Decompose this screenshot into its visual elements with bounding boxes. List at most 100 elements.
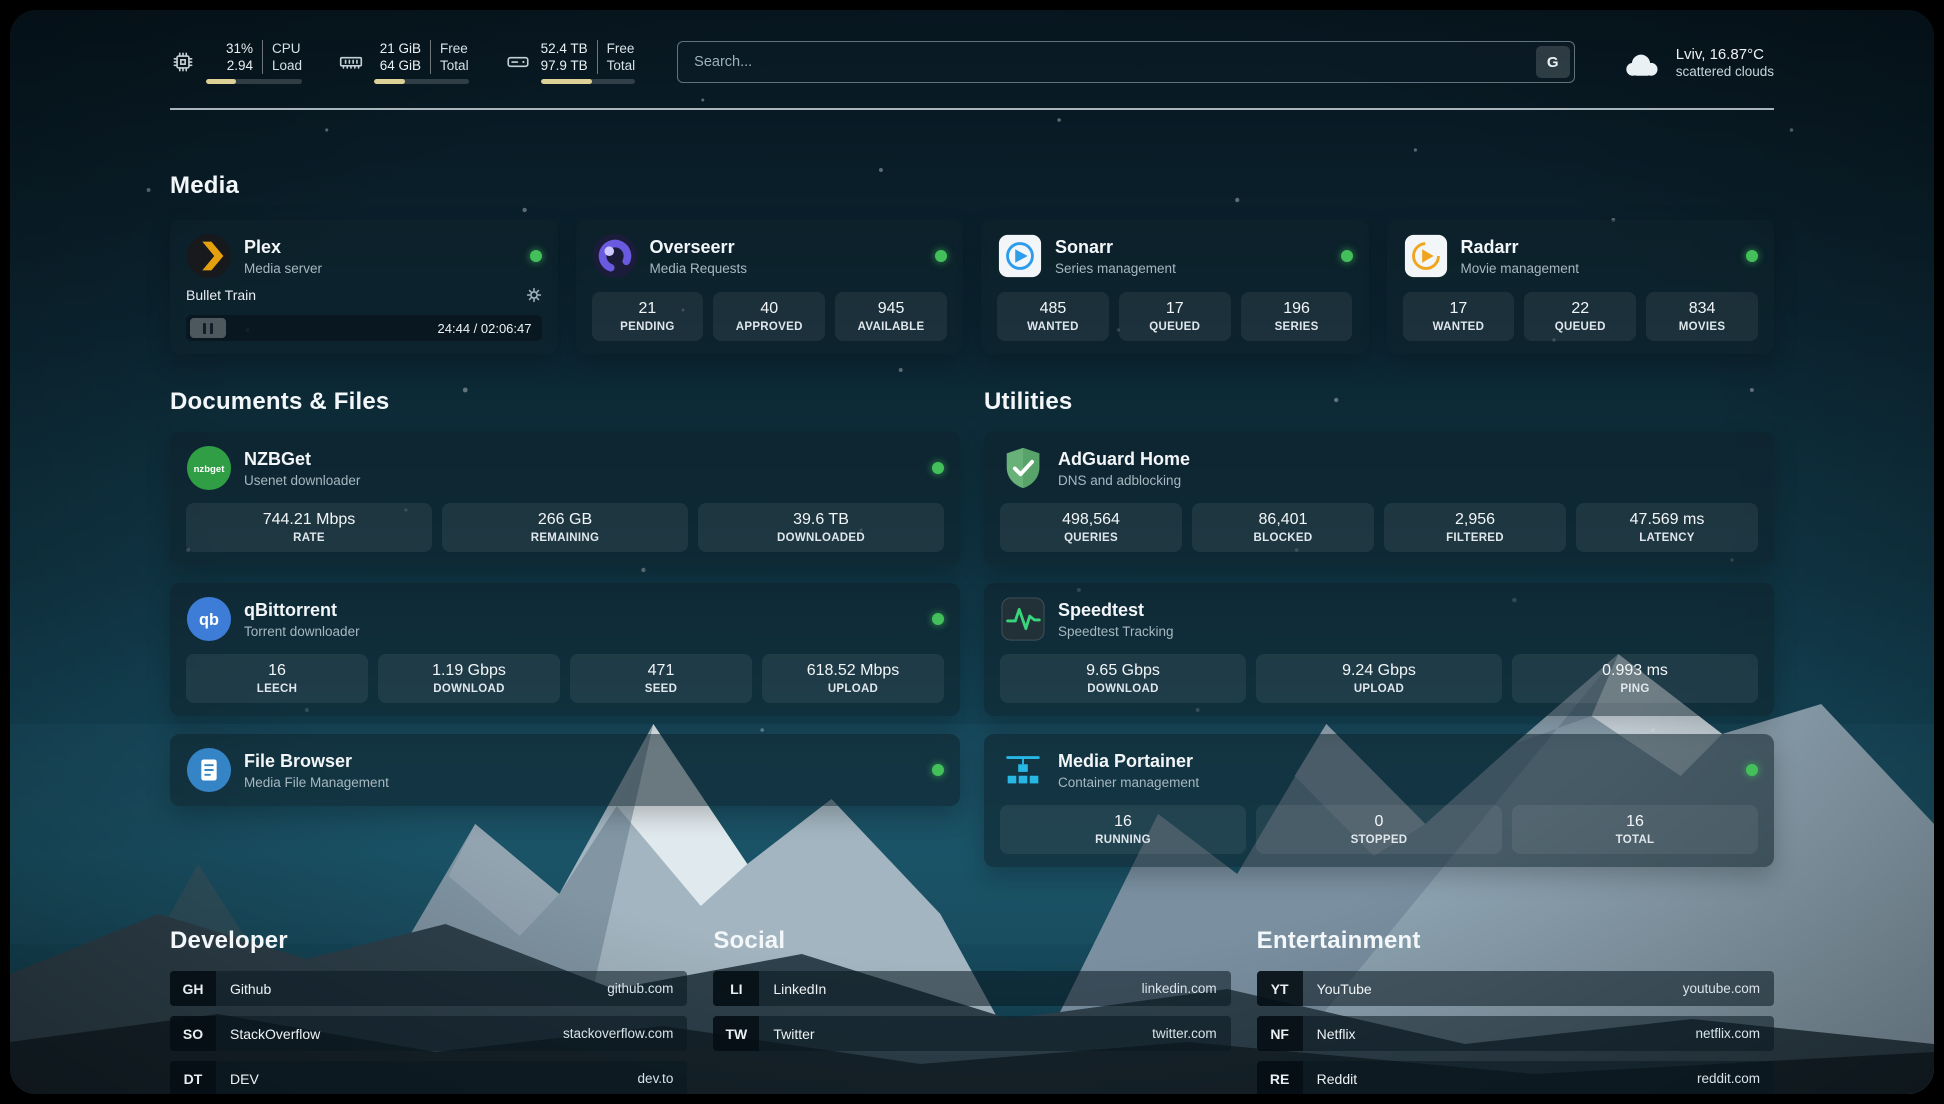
ram-progress-bar [374,79,469,84]
pause-button[interactable] [190,318,226,338]
bookmark-dev[interactable]: DTDEVdev.to [170,1061,687,1094]
section-title-social: Social [713,927,1230,955]
stat-label: AVAILABLE [839,321,943,333]
stat-label: DOWNLOADED [702,532,940,544]
social-bookmarks: LILinkedInlinkedin.com TWTwittertwitter.c… [713,971,1230,1051]
stat-label: SERIES [1245,321,1349,333]
weather-condition: scattered clouds [1676,64,1774,79]
stat-label: BLOCKED [1196,532,1370,544]
app-card-radarr[interactable]: Radarr Movie management 17WANTED22QUEUED… [1387,220,1775,354]
stat-latency: 47.569 msLATENCY [1576,503,1758,552]
stat-available: 945AVAILABLE [835,292,947,341]
bookmark-name: Twitter [759,1026,1152,1042]
bookmark-youtube[interactable]: YTYouTubeyoutube.com [1257,971,1774,1006]
status-dot-online [1746,250,1758,262]
ram-free: 21 GiB [374,40,430,57]
app-card-qbittorrent[interactable]: qb qBittorrent Torrent downloader 16LEEC… [170,583,960,716]
stat-value: 16 [1516,813,1754,831]
app-card-plex[interactable]: Plex Media server Bullet Train [170,220,558,354]
app-card-speedtest[interactable]: Speedtest Speedtest Tracking 9.65 GbpsDO… [984,583,1774,716]
bookmark-name: YouTube [1303,981,1683,997]
app-card-portainer[interactable]: Media Portainer Container management 16R… [984,734,1774,867]
app-card-nzbget[interactable]: nzbget NZBGet Usenet downloader 744.21 M… [170,432,960,565]
settings-gear-icon[interactable] [526,287,542,303]
stat-label: TOTAL [1516,834,1754,846]
stats-row: 21PENDING 40 APPROVED 945AVAILABLE [592,292,948,341]
stat-label: RATE [190,532,428,544]
bookmark-abbr: GH [170,971,216,1006]
bookmark-name: Reddit [1303,1071,1697,1087]
stat-queries: 498,564QUERIES [1000,503,1182,552]
stat-label: UPLOAD [766,683,940,695]
stats-row: 744.21 MbpsRATE266 GBREMAINING39.6 TBDOW… [186,503,944,552]
now-playing-title: Bullet Train [186,287,256,303]
stat-label: RUNNING [1004,834,1242,846]
ram-total-label: Total [430,57,469,74]
bookmark-abbr: TW [713,1016,759,1051]
app-card-adguard[interactable]: AdGuard Home DNS and adblocking 498,564Q… [984,432,1774,565]
stat-value: 17 [1407,300,1511,318]
bookmark-url: github.com [607,981,687,996]
stat-label: REMAINING [446,532,684,544]
stat-total: 16 TOTAL [1512,805,1758,854]
status-dot-online [935,250,947,262]
search-input[interactable] [677,41,1575,83]
stat-filtered: 2,956FILTERED [1384,503,1566,552]
stat-wanted: 485WANTED [997,292,1109,341]
stat-stopped: 0STOPPED [1256,805,1502,854]
nzbget-icon: nzbget [186,445,232,491]
dashboard-screen: 31%CPU 2.94Load 21 GiBFree 64 Gi [10,10,1934,1094]
disk-total: 97.9 TB [541,57,597,74]
bookmark-github[interactable]: GHGithubgithub.com [170,971,687,1006]
bookmark-stackoverflow[interactable]: SOStackOverflowstackoverflow.com [170,1016,687,1051]
disk-progress-fill [541,79,592,84]
stat-downloaded: 39.6 TBDOWNLOADED [698,503,944,552]
bookmark-url: reddit.com [1697,1071,1774,1086]
stat-value: 744.21 Mbps [190,511,428,529]
app-name: Plex [244,237,518,258]
section-title-developer: Developer [170,927,687,955]
bookmark-twitter[interactable]: TWTwittertwitter.com [713,1016,1230,1051]
stat-upload: 618.52 MbpsUPLOAD [762,654,944,703]
bookmark-abbr: RE [1257,1061,1303,1094]
stat-label: QUEUED [1528,321,1632,333]
app-name: Media Portainer [1058,751,1734,772]
app-card-filebrowser[interactable]: File Browser Media File Management [170,734,960,806]
app-subtitle: Media File Management [244,775,920,790]
bookmark-url: dev.to [638,1071,688,1086]
app-subtitle: Speedtest Tracking [1058,624,1758,639]
qbittorrent-icon: qb [186,596,232,642]
search-engine-button[interactable]: G [1536,46,1570,78]
app-card-overseerr[interactable]: Overseerr Media Requests 21PENDING40APPR… [576,220,964,354]
bookmark-linkedin[interactable]: LILinkedInlinkedin.com [713,971,1230,1006]
ram-progress-fill [374,79,405,84]
stat-value: 0.993 ms [1516,662,1754,680]
utilities-column: Utilities AdGuard Home DNS and [984,388,1774,885]
status-dot-online [1341,250,1353,262]
developer-bookmarks: GHGithubgithub.com SOStackOverflowstackov… [170,971,687,1094]
stat-label: UPLOAD [1260,683,1498,695]
stat-label: APPROVED [717,321,821,333]
bookmark-url: twitter.com [1152,1026,1231,1041]
app-subtitle: Usenet downloader [244,473,920,488]
stat-ping: 0.993 msPING [1512,654,1758,703]
bookmark-reddit[interactable]: RERedditreddit.com [1257,1061,1774,1094]
stat-value: 471 [574,662,748,680]
stat-value: 17 [1123,300,1227,318]
bookmark-netflix[interactable]: NFNetflixnetflix.com [1257,1016,1774,1051]
adguard-shield-icon [1000,445,1046,491]
stat-value: 21 [596,300,700,318]
stat-pending: 21PENDING [592,292,704,341]
disk-progress-bar [541,79,636,84]
section-title-utilities: Utilities [984,388,1774,416]
disk-widget: 52.4 TBFree 97.9 TBTotal [505,40,636,84]
stat-movies: 834MOVIES [1646,292,1758,341]
stat-approved: 40 APPROVED [713,292,825,341]
cpu-percent: 31% [206,40,262,57]
stat-rate: 744.21 Mbps RATE [186,503,432,552]
stat-label: LEECH [190,683,364,695]
app-subtitle: Series management [1055,261,1329,276]
stats-row: 485WANTED17QUEUED196SERIES [997,292,1353,341]
app-card-sonarr[interactable]: Sonarr Series management 485WANTED17QUEU… [981,220,1369,354]
stat-value: 40 [717,300,821,318]
